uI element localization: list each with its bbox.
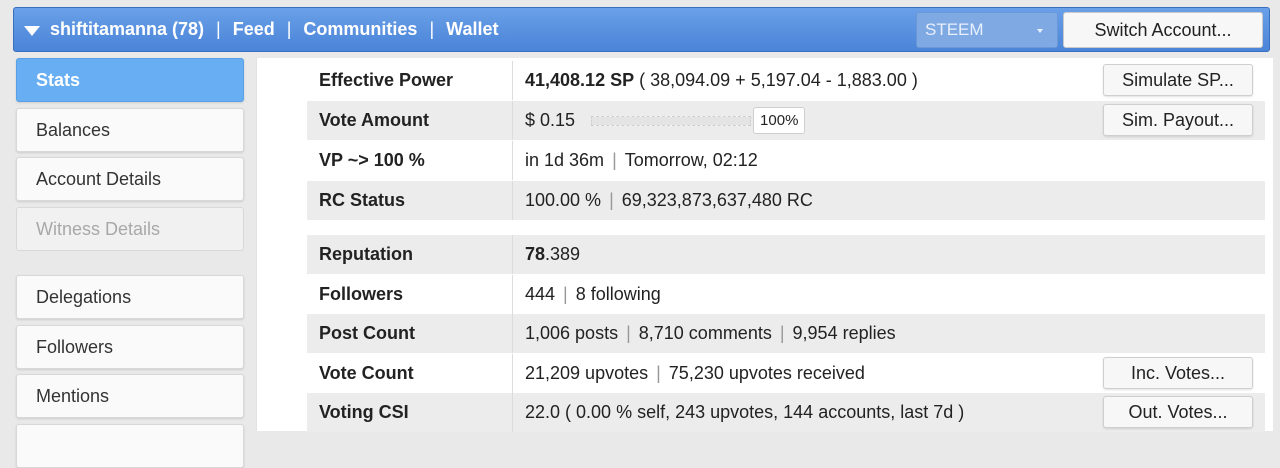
sidebar-item-stats[interactable]: Stats	[16, 58, 244, 102]
nav-links: shiftitamanna (78) | Feed | Communities …	[24, 8, 498, 51]
inc-votes-button[interactable]: Inc. Votes...	[1103, 357, 1253, 389]
sidebar-item-delegations[interactable]: Delegations	[16, 275, 244, 319]
sidebar-item-label: Delegations	[36, 286, 132, 307]
reputation-int: 78	[525, 244, 546, 264]
sim-payout-button[interactable]: Sim. Payout...	[1103, 104, 1253, 136]
switch-account-button[interactable]: Switch Account...	[1063, 12, 1263, 48]
nav-separator: |	[429, 19, 435, 39]
row-value: 100.00 % | 69,323,873,637,480 RC	[513, 181, 813, 220]
vp-time: in 1d 36m	[525, 150, 605, 170]
slider-fill	[592, 116, 751, 125]
row-value: 444 | 8 following	[513, 275, 661, 314]
effective-power-detail: ( 38,094.09 + 5,197.04 - 1,883.00 )	[639, 70, 918, 90]
sidebar-item-label: Mentions	[36, 385, 110, 406]
posts-count: 1,006 posts	[525, 323, 619, 343]
account-menu[interactable]: shiftitamanna (78)	[50, 19, 204, 40]
sidebar-item-witness-details: Witness Details	[16, 207, 244, 251]
upvotes-count: 21,209 upvotes	[525, 363, 649, 383]
row-label: Post Count	[307, 314, 513, 353]
following-count: 8 following	[575, 284, 661, 304]
row-vote-amount: Vote Amount $ 0.15 100% Sim. Payout...	[307, 101, 1265, 140]
row-label: Vote Amount	[307, 101, 513, 140]
row-label: Vote Count	[307, 354, 513, 393]
value-separator: |	[656, 363, 661, 383]
row-label: Followers	[307, 275, 513, 314]
row-value: 22.0 ( 0.00 % self, 243 upvotes, 144 acc…	[513, 393, 964, 432]
stats-panel: Effective Power 41,408.12 SP ( 38,094.09…	[256, 58, 1273, 432]
row-label: Effective Power	[307, 61, 513, 100]
nav-wallet[interactable]: Wallet	[446, 19, 498, 40]
row-label: RC Status	[307, 181, 513, 220]
rc-amount: 69,323,873,637,480 RC	[621, 190, 813, 210]
value-separator: |	[612, 150, 617, 170]
comments-count: 8,710 comments	[638, 323, 772, 343]
nav-feed[interactable]: Feed	[233, 19, 275, 40]
chain-select-value: STEEM	[925, 20, 984, 39]
sidebar-item-label: Balances	[36, 119, 111, 140]
value-separator: |	[609, 190, 614, 210]
reputation-frac: .389	[545, 244, 581, 264]
row-label: Reputation	[307, 235, 513, 274]
chain-select[interactable]: STEEM	[916, 12, 1058, 48]
row-rc-status: RC Status 100.00 % | 69,323,873,637,480 …	[307, 181, 1265, 220]
rc-percent: 100.00 %	[525, 190, 602, 210]
vp-when: Tomorrow, 02:12	[624, 150, 758, 170]
upvotes-received: 75,230 upvotes received	[668, 363, 865, 383]
vote-weight-percent: 100%	[753, 107, 806, 134]
row-post-count: Post Count 1,006 posts | 8,710 comments …	[307, 314, 1265, 353]
row-value: 21,209 upvotes | 75,230 upvotes received	[513, 354, 865, 393]
row-vp: VP ~> 100 % in 1d 36m | Tomorrow, 02:12	[307, 141, 1265, 180]
out-votes-button[interactable]: Out. Votes...	[1103, 396, 1253, 428]
row-label: VP ~> 100 %	[307, 141, 513, 180]
row-value: 78.389	[513, 235, 580, 274]
replies-count: 9,954 replies	[792, 323, 896, 343]
row-reputation: Reputation 78.389	[307, 235, 1265, 274]
row-value: in 1d 36m | Tomorrow, 02:12	[513, 141, 758, 180]
row-value: $ 0.15 100%	[513, 101, 806, 140]
sidebar-item-followers[interactable]: Followers	[16, 325, 244, 369]
sidebar-item-label: Followers	[36, 336, 114, 357]
sidebar-item-label: Witness Details	[36, 218, 161, 239]
sidebar-item-label: Stats	[36, 69, 81, 90]
caret-down-icon[interactable]	[24, 25, 40, 36]
effective-power-value: 41,408.12 SP	[525, 70, 635, 90]
top-nav-bar: shiftitamanna (78) | Feed | Communities …	[13, 7, 1270, 52]
value-separator: |	[626, 323, 631, 343]
followers-count: 444	[525, 284, 556, 304]
row-effective-power: Effective Power 41,408.12 SP ( 38,094.09…	[307, 61, 1265, 100]
sidebar-item-mentions[interactable]: Mentions	[16, 374, 244, 418]
value-separator: |	[563, 284, 568, 304]
nav-communities[interactable]: Communities	[303, 19, 417, 40]
voting-csi-value: 22.0 ( 0.00 % self, 243 upvotes, 144 acc…	[525, 402, 965, 422]
row-label: Voting CSI	[307, 393, 513, 432]
chevron-down-icon	[1037, 29, 1043, 33]
value-separator: |	[779, 323, 785, 343]
sidebar-item-balances[interactable]: Balances	[16, 108, 244, 152]
sidebar-item-account-details[interactable]: Account Details	[16, 157, 244, 201]
nav-separator: |	[216, 19, 221, 39]
row-value: 41,408.12 SP ( 38,094.09 + 5,197.04 - 1,…	[513, 61, 918, 100]
row-value: 1,006 posts | 8,710 comments | 9,954 rep…	[513, 314, 896, 353]
nav-separator: |	[286, 19, 292, 39]
sidebar-item-label: Account Details	[36, 168, 162, 189]
simulate-sp-button[interactable]: Simulate SP...	[1103, 64, 1253, 96]
vote-weight-slider[interactable]	[591, 115, 752, 126]
vote-amount-value: $ 0.15	[525, 110, 576, 130]
row-followers: Followers 444 | 8 following	[307, 275, 1265, 314]
row-vote-count: Vote Count 21,209 upvotes | 75,230 upvot…	[307, 354, 1265, 393]
row-voting-csi: Voting CSI 22.0 ( 0.00 % self, 243 upvot…	[307, 393, 1265, 432]
